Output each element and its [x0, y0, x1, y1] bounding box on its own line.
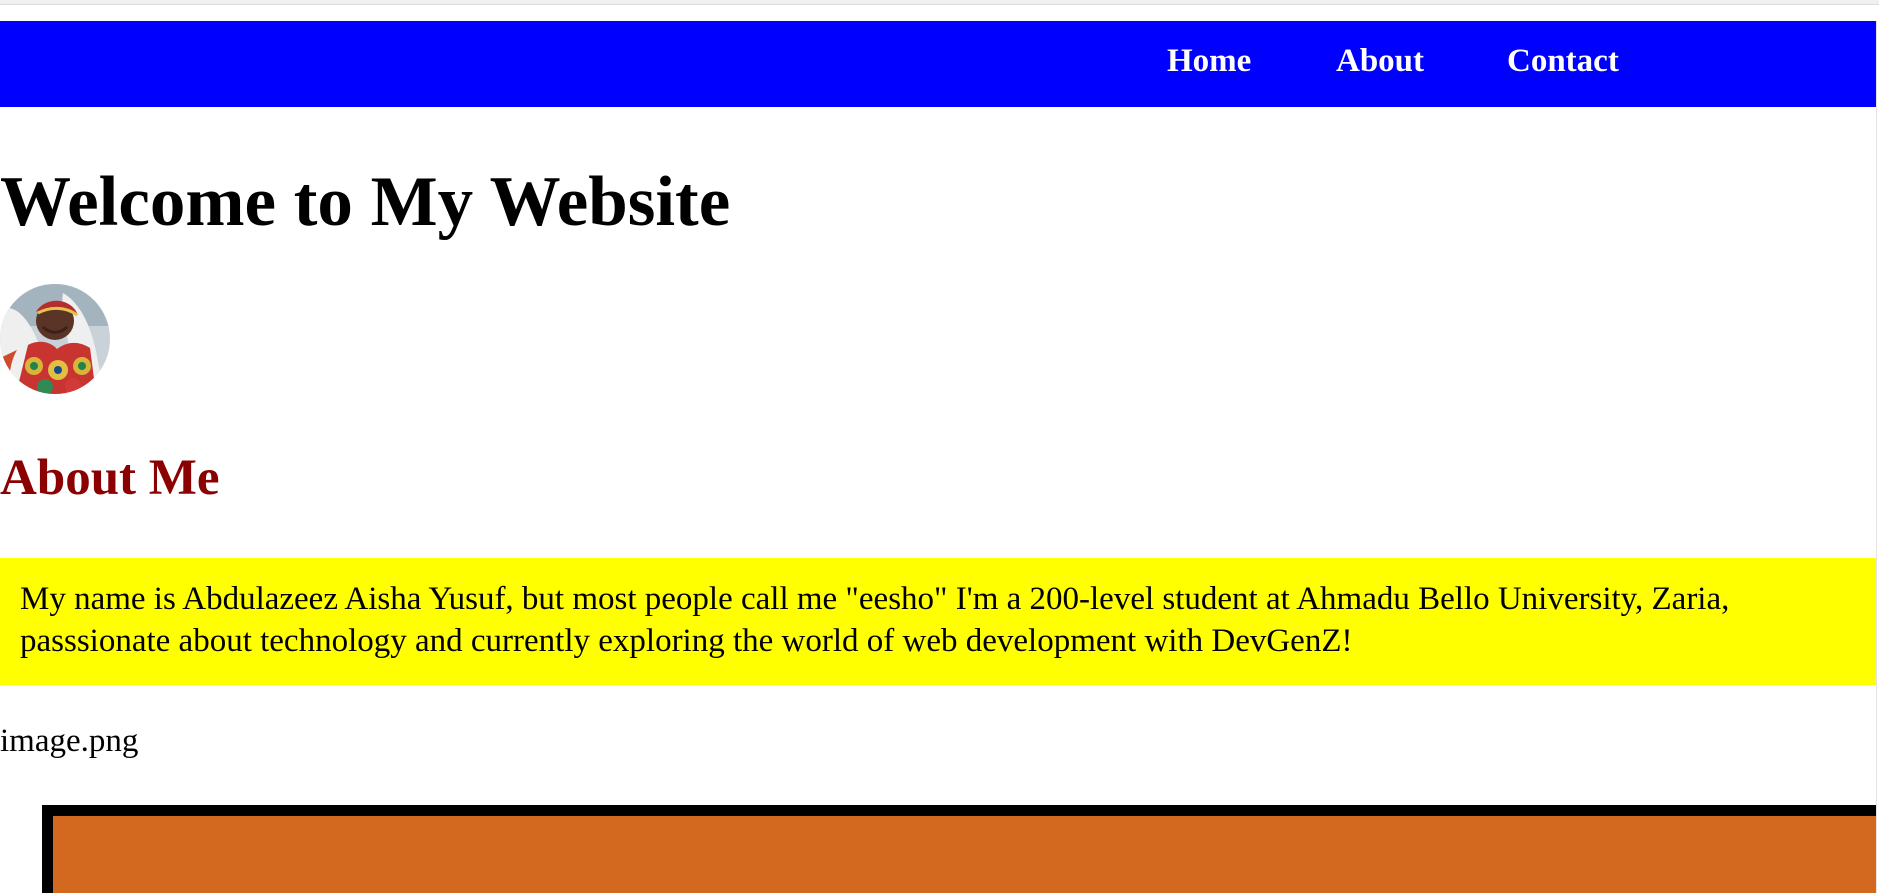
top-navigation-bar: Home About Contact [0, 21, 1876, 107]
nav-about-link[interactable]: About [1336, 41, 1424, 81]
about-me-heading: About Me [0, 450, 220, 506]
about-me-line-1: My name is Abdulazeez Aisha Yusuf, but m… [20, 581, 1730, 617]
image-alt-text: image.png [0, 723, 139, 759]
about-me-box: My name is Abdulazeez Aisha Yusuf, but m… [0, 558, 1876, 685]
profile-photo-icon [0, 284, 110, 394]
browser-top-strip [0, 0, 1879, 5]
web-page: Home About Contact Welcome to My Website [0, 21, 1877, 893]
browser-viewport: Home About Contact Welcome to My Website [0, 0, 1879, 893]
page-title: Welcome to My Website [0, 163, 731, 241]
nav-contact-link[interactable]: Contact [1507, 41, 1619, 81]
nav-home-link[interactable]: Home [1167, 41, 1251, 81]
orange-content-box [42, 805, 1876, 893]
about-me-line-2: passsionate about technology and current… [20, 623, 1353, 659]
about-me-paragraph: My name is Abdulazeez Aisha Yusuf, but m… [20, 578, 1876, 662]
profile-photo-svg [0, 284, 110, 394]
